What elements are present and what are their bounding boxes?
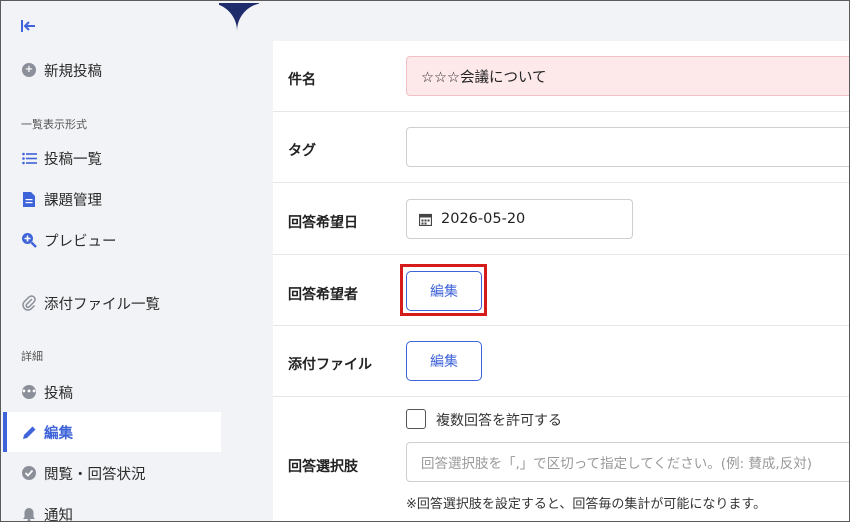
choices-placeholder: 回答選択肢を「,」で区切って指定してください。(例: 賛成,反対) [421, 456, 812, 472]
form-row-choices: 回答選択肢 複数回答を許可する 回答選択肢を「,」で区切って指定してください。(… [273, 397, 849, 521]
pencil-icon [21, 424, 37, 440]
sidebar-item-label: 通知 [44, 507, 73, 522]
sidebar-item-label: 投稿 [44, 385, 73, 402]
check-circle-icon [21, 465, 37, 481]
calendar-icon [419, 213, 432, 226]
sidebar-item-attachments[interactable]: 添付ファイル一覧 [3, 283, 221, 323]
sidebar-item-edit[interactable]: 編集 [3, 412, 221, 452]
form-row-respondents: 回答希望者 編集 [273, 255, 849, 326]
form-row-tag: タグ [273, 112, 849, 183]
section-label-view: 一覧表示形式 [21, 118, 87, 131]
sidebar-item-label: 投稿一覧 [44, 151, 102, 168]
edit-attachment-button[interactable]: 編集 [406, 341, 482, 381]
tag-label: タグ [288, 143, 316, 159]
sidebar-item-view-status[interactable]: 閲覧・回答状況 [3, 453, 221, 493]
sidebar-item-label: プレビュー [44, 233, 117, 250]
form-row-subject: 件名 ☆☆☆会議について [273, 41, 849, 112]
sidebar-item-preview[interactable]: プレビュー [3, 220, 221, 260]
collapse-sidebar-icon[interactable] [21, 19, 39, 35]
zoom-plus-icon [21, 232, 37, 248]
subject-value: ☆☆☆会議について [421, 69, 547, 86]
form-row-attachment: 添付ファイル 編集 [273, 326, 849, 397]
chat-icon: ••• [21, 384, 37, 400]
form-row-due-date: 回答希望日 2026-05-20 [273, 183, 849, 255]
paperclip-icon [21, 295, 37, 311]
choices-input[interactable]: 回答選択肢を「,」で区切って指定してください。(例: 賛成,反対) [406, 442, 849, 482]
section-label-detail: 詳細 [21, 350, 43, 363]
document-icon [21, 191, 37, 207]
sidebar-item-issue-management[interactable]: 課題管理 [3, 179, 221, 219]
due-date-value: 2026-05-20 [441, 211, 526, 227]
allow-multiple-checkbox[interactable] [406, 409, 426, 429]
highlight-box [400, 264, 487, 316]
sidebar-item-label: 閲覧・回答状況 [44, 466, 146, 483]
sidebar-item-notification[interactable]: 通知 [3, 494, 221, 522]
tag-input[interactable] [406, 127, 849, 167]
respondents-label: 回答希望者 [288, 287, 358, 303]
subject-input[interactable]: ☆☆☆会議について [406, 56, 849, 96]
new-post-button[interactable]: + 新規投稿 [3, 50, 221, 90]
due-date-input[interactable]: 2026-05-20 [406, 199, 633, 239]
sidebar-item-post[interactable]: ••• 投稿 [3, 372, 221, 412]
new-post-label: 新規投稿 [44, 63, 102, 80]
sidebar: + 新規投稿 一覧表示形式 投稿一覧 課題管理 プレビュー 添付ファイル一覧 詳… [3, 3, 221, 522]
sidebar-item-label: 課題管理 [44, 192, 102, 209]
subject-label: 件名 [288, 72, 316, 88]
sidebar-item-label: 添付ファイル一覧 [44, 296, 160, 313]
list-icon [21, 150, 37, 166]
due-date-label: 回答希望日 [288, 215, 358, 231]
bell-icon [21, 506, 37, 521]
sidebar-item-label: 編集 [44, 425, 73, 442]
sidebar-item-post-list[interactable]: 投稿一覧 [3, 138, 221, 178]
allow-multiple-label: 複数回答を許可する [436, 413, 562, 429]
choices-note: ※回答選択肢を設定すると、回答毎の集計が可能になります。 [406, 497, 767, 512]
edit-form: 件名 ☆☆☆会議について タグ 回答希望日 2026-05-20 回答希望者 編… [273, 41, 849, 521]
choices-label: 回答選択肢 [288, 459, 358, 475]
plus-circle-icon: + [21, 62, 37, 78]
attachment-label: 添付ファイル [288, 357, 372, 373]
app-window: + 新規投稿 一覧表示形式 投稿一覧 課題管理 プレビュー 添付ファイル一覧 詳… [0, 0, 850, 522]
